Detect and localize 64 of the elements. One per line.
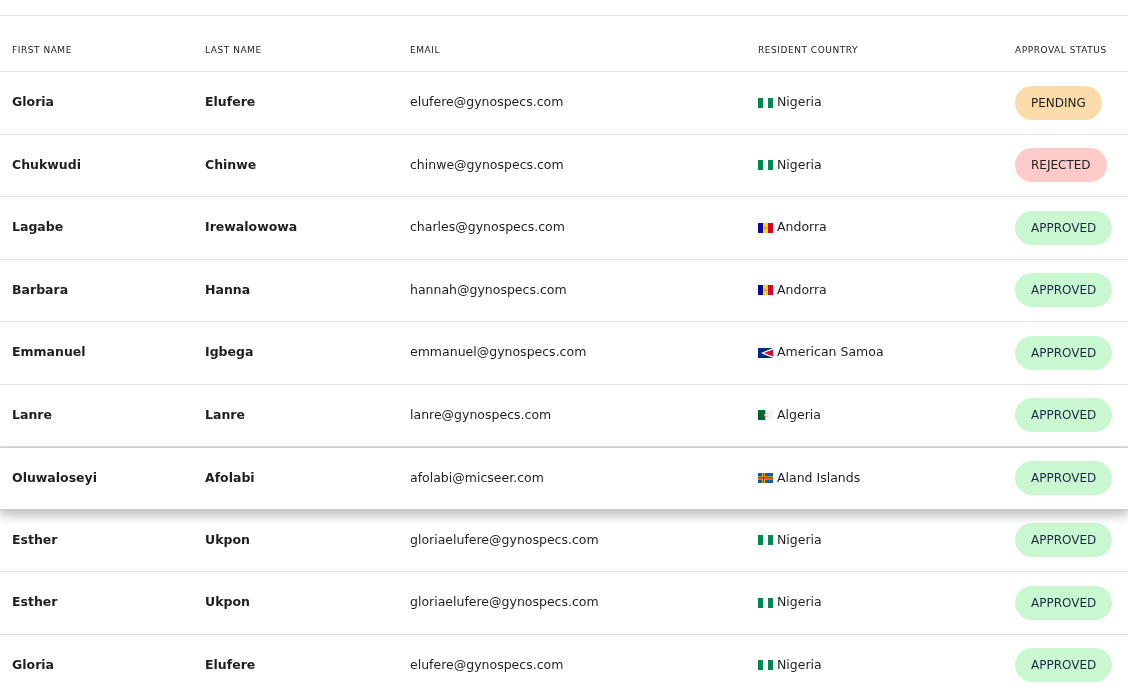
country-cell-text: Aland Islands [777,468,861,487]
country-cell-text: Algeria [777,405,821,424]
status-badge: APPROVED [1015,523,1113,558]
email-cell-text: gloriaelufere@gynospecs.com [410,593,600,612]
status-badge: APPROVED [1015,273,1113,308]
email-cell-text: hannah@gynospecs.com [410,280,568,299]
email-cell-text: elufere@gynospecs.com [410,655,565,674]
status-badge: PENDING [1015,85,1102,120]
country-cell-text: Nigeria [777,655,822,674]
status-badge: APPROVED [1015,648,1113,683]
status-badge: APPROVED [1015,335,1113,370]
column-header: FIRST NAME [12,43,73,57]
status-badge: APPROVED [1015,461,1113,496]
email-cell-text: gloriaelufere@gynospecs.com [410,530,600,549]
first-name-cell-text: Lanre [12,405,53,424]
email-cell-text: emmanuel@gynospecs.com [410,343,588,362]
table-row[interactable]: Lagabe Irewalowowa charles@gynospecs.com Andorra APPROVED [0,197,1128,260]
table-row[interactable]: Barbara Hanna hannah@gynospecs.com Andorra APPROVED [0,259,1128,322]
first-name-cell-text: Chukwudi [12,155,82,174]
email-cell-text: charles@gynospecs.com [410,218,566,237]
country-cell-text: Nigeria [777,155,822,174]
table-row[interactable]: Esther Ukpon gloriaelufere@gynospecs.com Nigeria APPROVED [0,509,1128,572]
email-cell-text: elufere@gynospecs.com [410,93,565,112]
last-name-cell-text: Hanna [205,280,252,299]
column-header: RESIDENT COUNTRY [758,43,859,57]
last-name-cell-text: Chinwe [205,155,258,174]
last-name-cell-text: Afolabi [205,468,256,487]
column-header: EMAIL [410,43,441,57]
last-name-cell-text: Ukpon [205,593,251,612]
last-name-cell-text: Ukpon [205,530,251,549]
table-row[interactable]: Gloria Elufere elufere@gynospecs.com Nigeria PENDING [0,72,1128,135]
first-name-cell-text: Esther [12,593,59,612]
status-badge: APPROVED [1015,210,1113,245]
email-cell-text: lanre@gynospecs.com [410,405,553,424]
column-header: APPROVAL STATUS [1015,43,1108,57]
country-cell-text: American Samoa [777,343,884,362]
column-header: LAST NAME [205,43,263,57]
table-row-hovered[interactable]: Oluwaloseyi Afolabi afolabi@micseer.com Aland Islands APPROVED [0,447,1128,510]
first-name-cell-text: Lagabe [12,218,65,237]
first-name-cell-text: Oluwaloseyi [12,468,99,487]
first-name-cell-text: Gloria [12,93,56,112]
last-name-cell-text: Igbega [205,343,255,362]
last-name-cell-text: Elufere [205,93,257,112]
country-cell-text: Nigeria [777,593,822,612]
last-name-cell-text: Irewalowowa [205,218,299,237]
first-name-cell-text: Emmanuel [12,343,87,362]
first-name-cell-text: Barbara [12,280,70,299]
table-row[interactable]: Gloria Elufere elufere@gynospecs.com Nigeria APPROVED [0,634,1128,694]
status-badge: APPROVED [1015,398,1113,433]
country-cell-text: Andorra [777,280,827,299]
status-badge: APPROVED [1015,585,1113,620]
table-row[interactable]: Esther Ukpon gloriaelufere@gynospecs.com Nigeria APPROVED [0,572,1128,635]
last-name-cell-text: Elufere [205,655,257,674]
last-name-cell-text: Lanre [205,405,246,424]
email-cell-text: afolabi@micseer.com [410,468,545,487]
status-badge: REJECTED [1015,148,1107,183]
country-cell-text: Andorra [777,218,827,237]
table-row[interactable]: Chukwudi Chinwe chinwe@gynospecs.com Nigeria REJECTED [0,134,1128,197]
email-cell-text: chinwe@gynospecs.com [410,155,565,174]
first-name-cell-text: Esther [12,530,59,549]
country-cell-text: Nigeria [777,93,822,112]
first-name-cell-text: Gloria [12,655,56,674]
table-row[interactable]: Emmanuel Igbega emmanuel@gynospecs.com American Samoa APPROVED [0,322,1128,385]
country-cell-text: Nigeria [777,530,822,549]
